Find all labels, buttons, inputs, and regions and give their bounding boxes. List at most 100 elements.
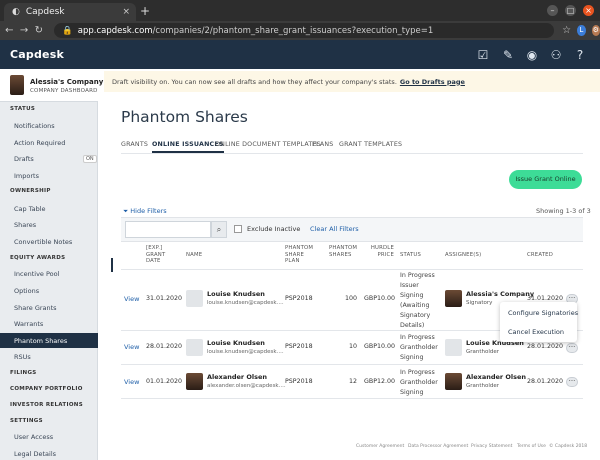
new-tab-button[interactable]: + <box>140 3 150 19</box>
section-status: STATUS <box>10 106 36 112</box>
holder-email: louise.knudsen@capdesk.... <box>207 300 284 306</box>
sidebar-item-cap-table[interactable]: Cap Table <box>14 205 46 213</box>
more-actions-button[interactable]: ··· <box>566 343 578 353</box>
sidebar-item-action-required[interactable]: Action Required <box>14 139 65 147</box>
avatar <box>186 339 203 356</box>
issue-grant-online-button[interactable]: Issue Grant Online <box>509 170 582 189</box>
tab-divider <box>121 153 583 154</box>
tab-plans[interactable]: PLANS <box>312 141 333 148</box>
more-actions-button[interactable]: ··· <box>566 377 578 387</box>
footer-link-data-processor[interactable]: Data Processor Agreement <box>408 444 468 449</box>
sidebar-item-share-grants[interactable]: Share Grants <box>14 304 57 312</box>
header-status[interactable]: STATUS <box>400 252 421 259</box>
footer-link-customer-agreement[interactable]: Customer Agreement <box>356 444 404 449</box>
address-bar: ← → ↻ 🔒 app.capdesk.com/companies/2/phan… <box>0 21 600 40</box>
view-link[interactable]: View <box>124 343 139 351</box>
cancel-execution-menu-item[interactable]: Cancel Execution <box>508 328 564 336</box>
bookmark-star-icon[interactable]: ☆ <box>562 25 571 36</box>
edit-pencil-icon[interactable]: ✎ <box>500 47 516 63</box>
sidebar-item-legal-details[interactable]: Legal Details <box>14 450 56 458</box>
header-name[interactable]: NAME <box>186 252 202 259</box>
drafts-toggle[interactable]: ON <box>83 155 97 163</box>
sidebar-item-rsus[interactable]: RSUs <box>14 353 31 361</box>
status-text: In Progress Grantholder Signing <box>400 334 438 361</box>
scroll-indicator <box>111 258 113 272</box>
capdesk-logo[interactable]: Capdesk <box>10 48 64 61</box>
sidebar-item-convertible-notes[interactable]: Convertible Notes <box>14 238 72 246</box>
sidebar-item-phantom-shares[interactable]: Phantom Shares <box>14 337 67 345</box>
sidebar-item-incentive-pool[interactable]: Incentive Pool <box>14 270 59 278</box>
minimize-window-icon[interactable]: – <box>547 5 558 16</box>
avatar <box>186 290 203 307</box>
header-shares[interactable]: PHANTOM SHARES <box>329 245 357 258</box>
sidebar-item-imports[interactable]: Imports <box>14 172 39 180</box>
holder-name[interactable]: Louise Knudsen <box>207 290 265 298</box>
back-arrow-icon[interactable]: ← <box>4 25 15 36</box>
user-profile-icon[interactable]: ⚇ <box>548 47 564 63</box>
browser-tab[interactable]: ◐ Capdesk × <box>4 3 136 21</box>
maximize-window-icon[interactable]: □ <box>565 5 576 16</box>
section-filings[interactable]: FILINGS <box>10 370 37 376</box>
sidebar-item-drafts[interactable]: Drafts <box>14 155 34 163</box>
close-tab-icon[interactable]: × <box>122 7 130 17</box>
sidebar-item-warrants[interactable]: Warrants <box>14 320 43 328</box>
company-dashboard-label: COMPANY DASHBOARD <box>30 88 98 94</box>
sidebar-item-notifications[interactable]: Notifications <box>14 122 55 130</box>
assignee-role: Signatory <box>466 300 493 306</box>
close-window-icon[interactable]: × <box>583 5 594 16</box>
view-link[interactable]: View <box>124 378 139 386</box>
configure-signatories-menu-item[interactable]: Configure Signatories <box>508 309 578 317</box>
url-path: /companies/2/phantom_share_grant_issuanc… <box>152 25 434 36</box>
avatar <box>445 339 462 356</box>
tab-grants[interactable]: GRANTS <box>121 141 148 148</box>
tab-online-document-templates[interactable]: ONLINE DOCUMENT TEMPLATES <box>215 141 321 148</box>
search-input[interactable] <box>125 221 211 238</box>
sidebar-item-options[interactable]: Options <box>14 287 39 295</box>
section-investor-relations[interactable]: INVESTOR RELATIONS <box>10 402 83 408</box>
hurdle-price: GBP10.00 <box>364 295 396 302</box>
footer-link-privacy[interactable]: Privacy Statement <box>471 444 512 449</box>
tab-grant-templates[interactable]: GRANT TEMPLATES <box>339 141 402 148</box>
header-plan[interactable]: PHANTOM SHARE PLAN <box>285 245 319 265</box>
plan-name: PSP2018 <box>285 378 313 385</box>
hurdle-price: GBP10.00 <box>364 343 396 350</box>
help-question-icon[interactable]: ? <box>572 47 588 63</box>
header-assignees[interactable]: ASSIGNEE(S) <box>445 252 481 259</box>
tab-online-issuances[interactable]: ONLINE ISSUANCES <box>152 141 224 153</box>
assignee-name[interactable]: Alessia's Company <box>466 290 534 298</box>
section-company-portfolio[interactable]: COMPANY PORTFOLIO <box>10 386 83 392</box>
assignee-role: Grantholder <box>466 383 500 389</box>
section-ownership: OWNERSHIP <box>10 188 51 194</box>
hide-filters-toggle[interactable]: ⏷ Hide Filters <box>123 207 167 216</box>
footer-link-terms[interactable]: Terms of Use <box>517 444 546 449</box>
forward-arrow-icon[interactable]: → <box>19 25 30 36</box>
header-divider <box>121 269 583 270</box>
url-field[interactable]: 🔒 app.capdesk.com/companies/2/phantom_sh… <box>54 23 555 38</box>
reload-icon[interactable]: ↻ <box>33 25 44 36</box>
row-divider <box>121 398 583 399</box>
tab-title: Capdesk <box>25 7 65 17</box>
extension-icon[interactable]: ⚙ <box>591 25 600 36</box>
company-name: Alessia's Company <box>30 78 104 86</box>
exclude-inactive-checkbox[interactable] <box>234 225 242 233</box>
go-to-drafts-link[interactable]: Go to Drafts page <box>400 78 465 86</box>
row-divider <box>121 364 583 365</box>
search-icon[interactable]: ⌕ <box>211 221 227 238</box>
view-link[interactable]: View <box>124 295 139 303</box>
header-grant-date[interactable]: [EXP.] GRANT DATE <box>146 245 178 265</box>
header-created[interactable]: CREATED <box>527 252 553 259</box>
created-date: 31.01.2020 <box>527 295 564 302</box>
share-count: 12 <box>348 378 357 385</box>
assignee-name[interactable]: Alexander Olsen <box>466 373 526 381</box>
holder-name[interactable]: Louise Knudsen <box>207 339 265 347</box>
sidebar-item-user-access[interactable]: User Access <box>14 433 53 441</box>
holder-name[interactable]: Alexander Olsen <box>207 373 267 381</box>
hide-filters-label: Hide Filters <box>130 207 167 215</box>
sidebar-item-shares[interactable]: Shares <box>14 221 36 229</box>
tasks-checkbox-icon[interactable]: ☑ <box>475 47 491 63</box>
profile-avatar[interactable]: L <box>577 25 586 36</box>
clear-all-filters-link[interactable]: Clear All Filters <box>310 225 359 233</box>
holder-email: louise.knudsen@capdesk.... <box>207 349 284 355</box>
broadcast-icon[interactable]: ◉ <box>524 47 540 63</box>
header-hurdle-price[interactable]: HURDLE PRICE <box>368 245 394 258</box>
